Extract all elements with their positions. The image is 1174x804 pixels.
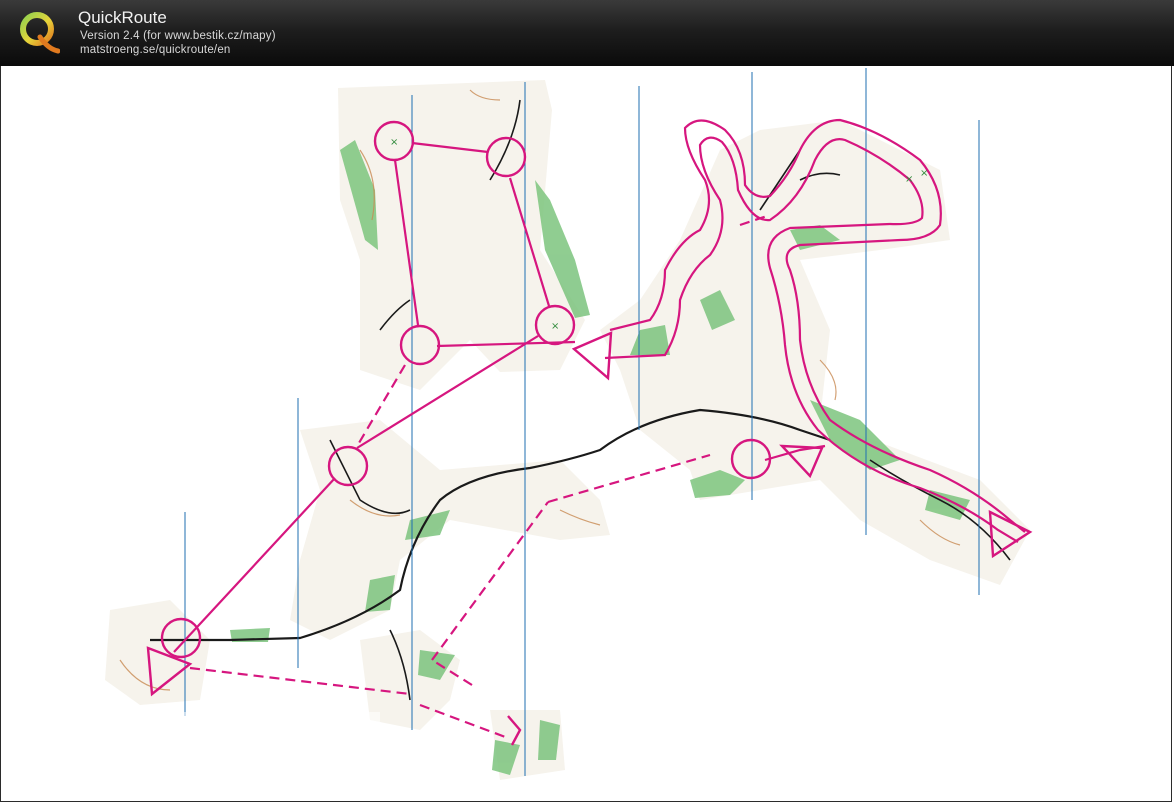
version-text: Version 2.4 (for www.bestik.cz/mapy) <box>80 30 276 42</box>
website-link[interactable]: matstroeng.se/quickroute/en <box>80 44 231 56</box>
svg-text:×: × <box>905 174 913 185</box>
app-title: QuickRoute <box>78 8 167 27</box>
svg-text:×: × <box>390 137 398 148</box>
quickroute-logo-icon <box>20 12 60 54</box>
route-map[interactable]: × × × × <box>0 66 1174 804</box>
svg-text:×: × <box>551 321 559 332</box>
svg-text:×: × <box>920 168 928 179</box>
app-header: QuickRoute Version 2.4 (for www.bestik.c… <box>0 0 1174 66</box>
